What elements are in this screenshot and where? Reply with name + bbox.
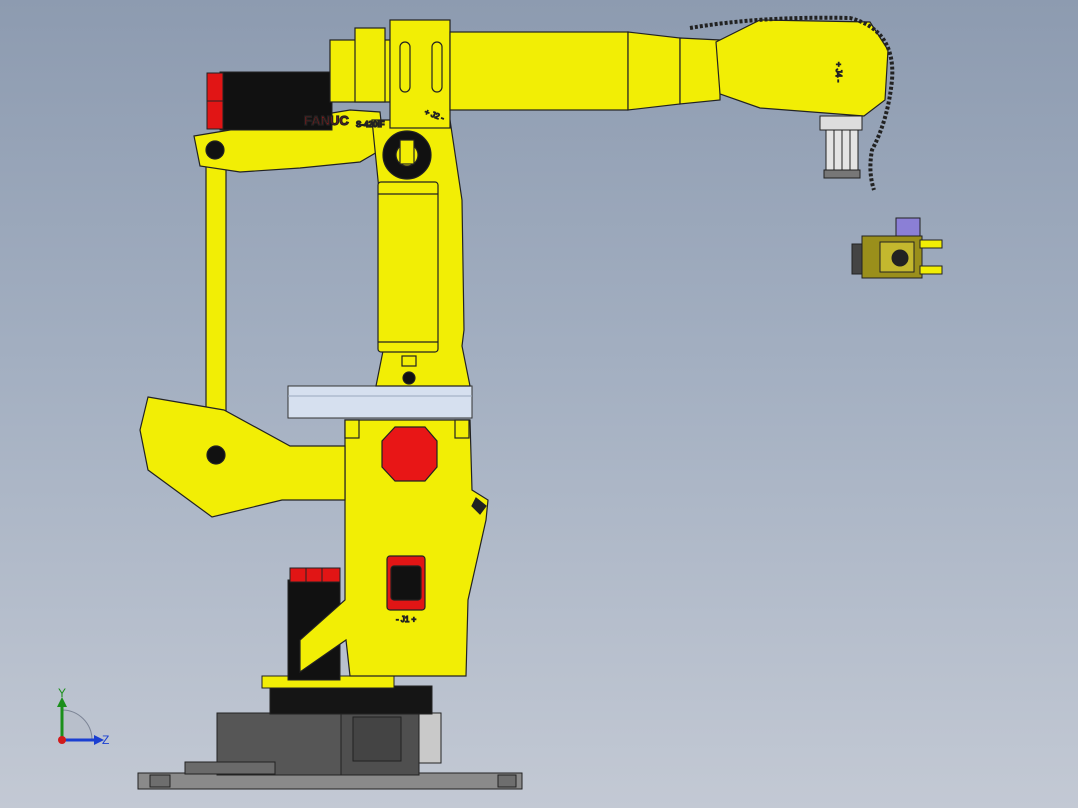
gripper-tool <box>851 217 943 279</box>
triad-z-label: Z <box>102 733 109 747</box>
coordinate-triad: Y Z <box>57 686 109 747</box>
emergency-stop-octagon <box>381 426 438 482</box>
brand-label: FANUC <box>304 113 349 128</box>
model-label: S-420iF <box>356 120 385 129</box>
lower-arm <box>371 119 471 387</box>
j1-turntable <box>269 685 433 715</box>
balancer-cylinder <box>377 181 439 353</box>
base-assembly <box>137 675 523 790</box>
j1-joint-label: - J1 + <box>396 615 417 624</box>
mounting-bracket <box>287 385 473 419</box>
j4-joint-label: + J4 - <box>834 62 843 83</box>
robot-drawing: - J1 + FANUC S-420iF + J2 - + J4 - Y Z <box>57 15 943 790</box>
triad-y-label: Y <box>58 686 66 700</box>
wrist-flange <box>819 115 863 179</box>
cad-viewport[interactable]: - J1 + FANUC S-420iF + J2 - + J4 - Y Z <box>0 0 1078 808</box>
upper-arm: FANUC S-420iF + J2 - + J4 - <box>303 19 889 130</box>
